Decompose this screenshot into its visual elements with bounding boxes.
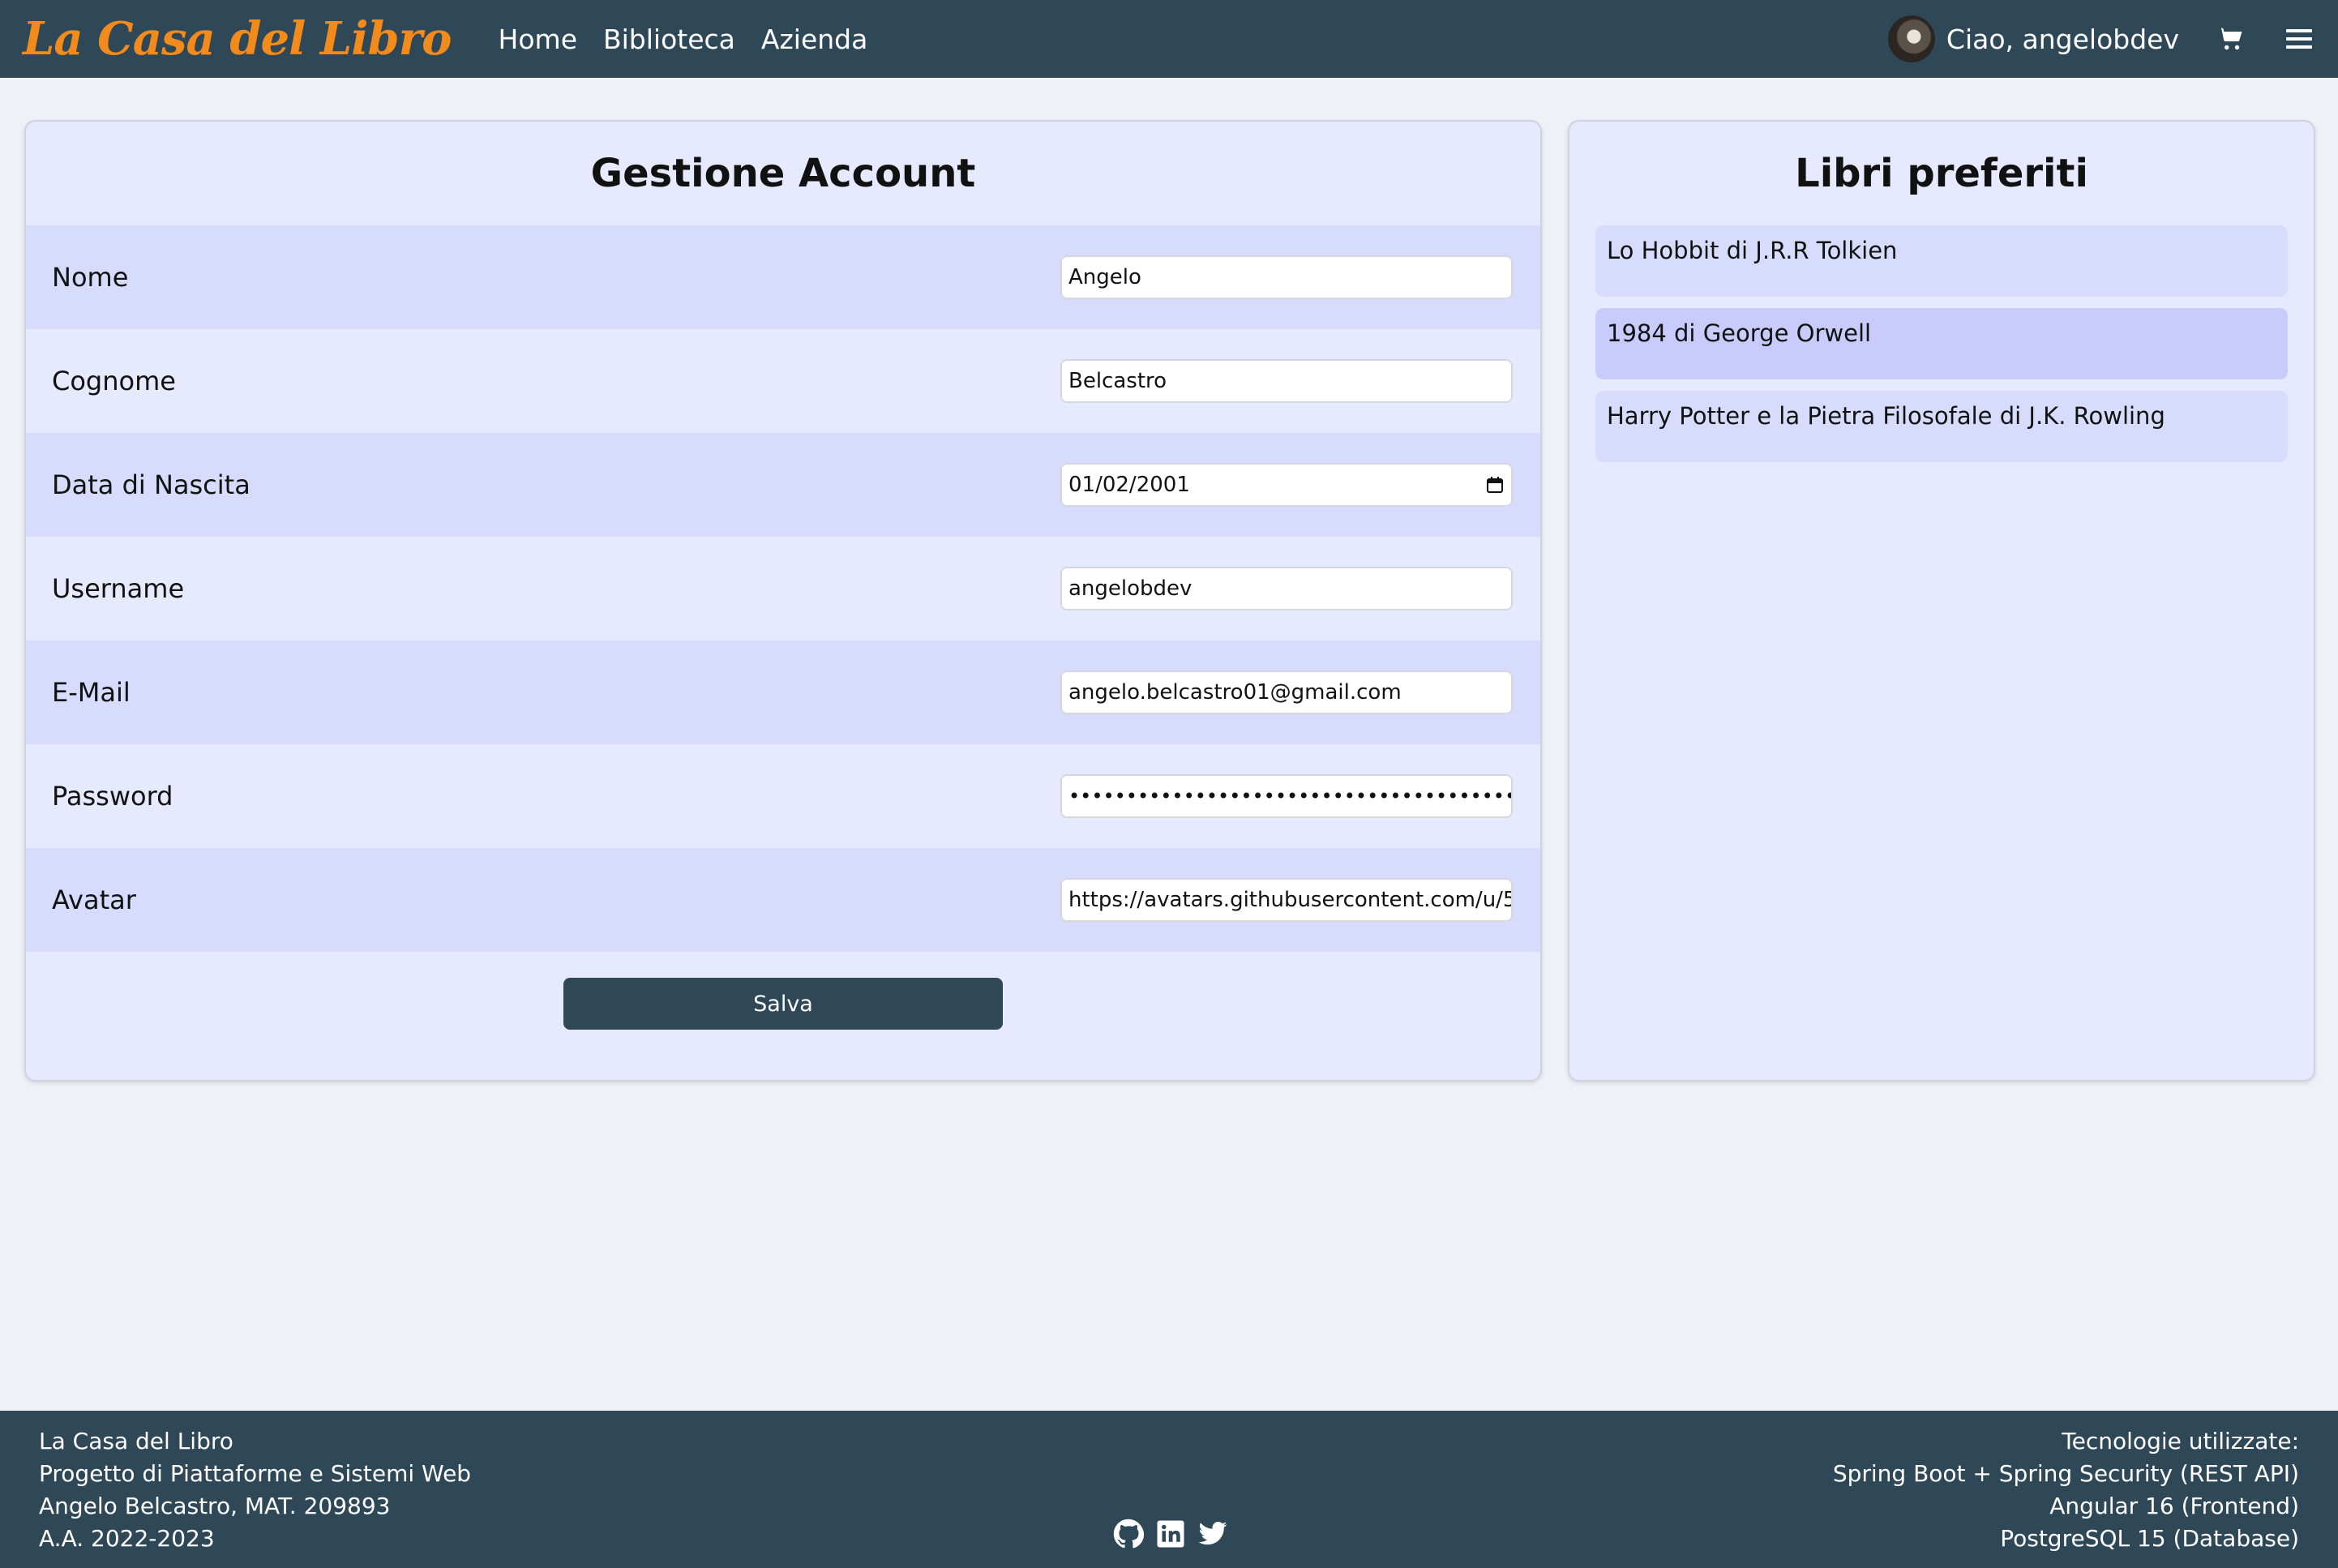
footer-info: La Casa del Libro Progetto di Piattaform… (39, 1425, 471, 1555)
user-greeting[interactable]: Ciao, angelobdev (1946, 24, 2179, 55)
favorites-title: Libri preferiti (1795, 151, 2088, 196)
user-avatar[interactable] (1887, 15, 1935, 62)
cognome-label: Cognome (52, 366, 176, 396)
nav-link-biblioteca[interactable]: Biblioteca (603, 24, 735, 55)
footer-tech-backend: Spring Boot + Spring Security (REST API) (1832, 1460, 2299, 1487)
nav-link-azienda[interactable]: Azienda (761, 24, 867, 55)
data-nascita-input[interactable]: 01/02/2001 (1060, 463, 1513, 507)
footer-author: Angelo Belcastro, MAT. 209893 (39, 1493, 391, 1519)
avatar-url-input[interactable]: https://avatars.githubusercontent.com/u/… (1060, 878, 1513, 922)
nav-links: Home Biblioteca Azienda (499, 24, 868, 55)
cognome-input[interactable]: Belcastro (1060, 359, 1513, 403)
twitter-icon (1198, 1521, 1227, 1545)
email-label: E-Mail (52, 677, 131, 708)
username-input[interactable]: angelobdev (1060, 567, 1513, 610)
form-row-nome: Nome Angelo (26, 225, 1540, 329)
favorite-item[interactable]: Lo Hobbit di J.R.R Tolkien (1595, 225, 2288, 297)
nav-right: Ciao, angelobdev (1887, 0, 2315, 78)
form-row-avatar: Avatar https://avatars.githubusercontent… (26, 848, 1540, 952)
password-label: Password (52, 781, 173, 812)
hamburger-menu-icon (2286, 29, 2312, 49)
account-title: Gestione Account (590, 151, 976, 196)
nav-link-home[interactable]: Home (499, 24, 577, 55)
password-input[interactable]: •••••••••••••••••••••••••••••••••••••••• (1060, 774, 1513, 818)
github-link[interactable] (1112, 1518, 1145, 1550)
cart-icon (2217, 28, 2242, 50)
linkedin-icon (1157, 1520, 1184, 1548)
linkedin-link[interactable] (1154, 1518, 1187, 1550)
form-row-data-nascita: Data di Nascita 01/02/2001 (26, 433, 1540, 537)
brand-logo[interactable]: La Casa del Libro (23, 12, 452, 66)
calendar-icon[interactable] (1485, 475, 1505, 495)
favorite-item[interactable]: Harry Potter e la Pietra Filosofale di J… (1595, 391, 2288, 462)
cart-button[interactable] (2215, 23, 2247, 55)
favorites-card: Libri preferiti Lo Hobbit di J.R.R Tolki… (1568, 120, 2315, 1082)
github-icon (1113, 1519, 1144, 1549)
footer-tech: Tecnologie utilizzate: Spring Boot + Spr… (1833, 1425, 2299, 1555)
save-button[interactable]: Salva (563, 978, 1003, 1030)
email-input[interactable]: angelo.belcastro01@gmail.com (1060, 670, 1513, 714)
data-nascita-label: Data di Nascita (52, 469, 250, 500)
favorites-list: Lo Hobbit di J.R.R Tolkien 1984 di Georg… (1569, 225, 2314, 462)
form-row-username: Username angelobdev (26, 537, 1540, 640)
footer-tech-database: PostgreSQL 15 (Database) (2000, 1525, 2299, 1552)
nome-label: Nome (52, 262, 129, 293)
footer-site-name: La Casa del Libro (39, 1428, 233, 1454)
data-nascita-value: 01/02/2001 (1068, 473, 1190, 497)
footer-tech-frontend: Angular 16 (Frontend) (2049, 1493, 2299, 1519)
favorite-item[interactable]: 1984 di George Orwell (1595, 308, 2288, 379)
form-row-email: E-Mail angelo.belcastro01@gmail.com (26, 640, 1540, 744)
twitter-link[interactable] (1197, 1518, 1229, 1550)
username-label: Username (52, 573, 185, 604)
avatar-label: Avatar (52, 885, 136, 915)
navbar: La Casa del Libro Home Biblioteca Aziend… (0, 0, 2338, 78)
menu-button[interactable] (2283, 23, 2315, 55)
save-wrap: Salva (26, 952, 1540, 1030)
form-row-password: Password •••••••••••••••••••••••••••••••… (26, 744, 1540, 848)
nome-input[interactable]: Angelo (1060, 255, 1513, 299)
footer-project: Progetto di Piattaforme e Sistemi Web (39, 1460, 472, 1487)
footer-year: A.A. 2022-2023 (39, 1525, 215, 1552)
footer-tech-title: Tecnologie utilizzate: (2062, 1428, 2299, 1454)
account-card: Gestione Account Nome Angelo Cognome Bel… (24, 120, 1542, 1082)
form-row-cognome: Cognome Belcastro (26, 329, 1540, 433)
footer-social-links (1112, 1518, 1229, 1550)
